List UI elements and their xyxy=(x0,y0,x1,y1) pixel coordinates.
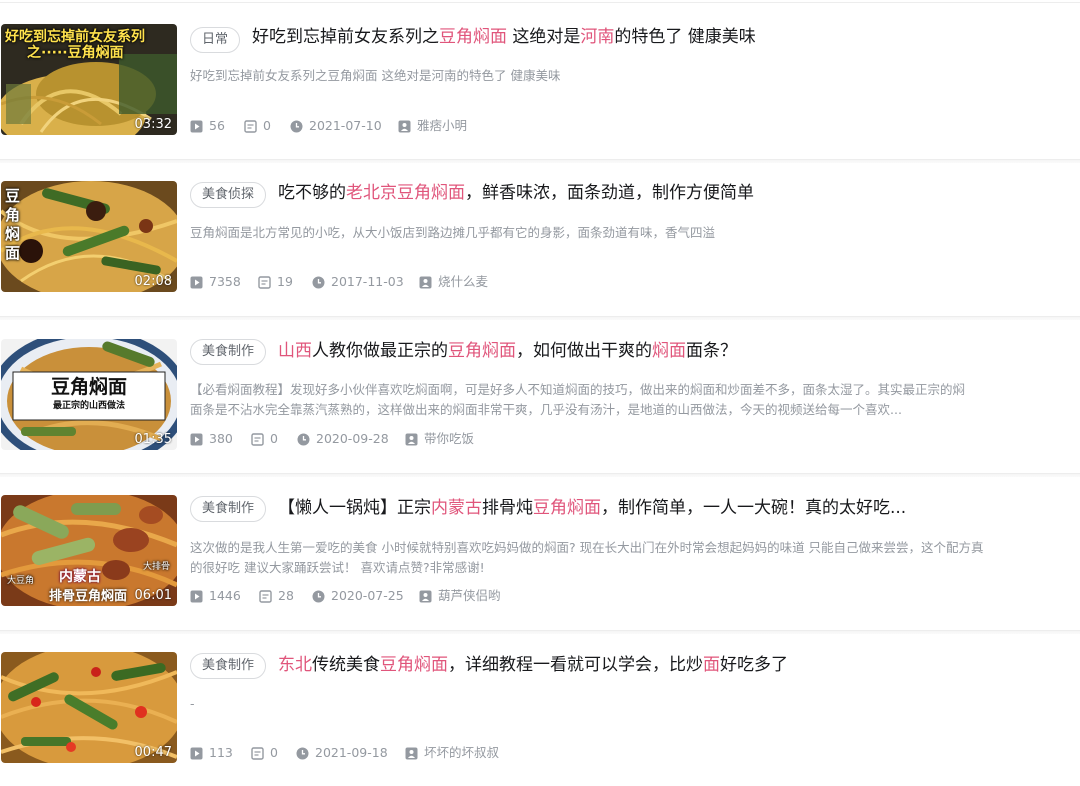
video-description: 【必看焖面教程】发现好多小伙伴喜欢吃焖面啊，可是好多人不知道焖面的技巧，做出来的… xyxy=(190,382,966,417)
video-result-item[interactable]: 豆 角 焖 面 02:08 美食侦探 吃不够的老北京豆角焖面，鲜香味浓，面条劲道… xyxy=(0,159,1080,320)
video-description: 这次做的是我人生第一爱吃的美食 小时候就特别喜欢吃妈妈做的焖面? 现在长大出门在… xyxy=(190,540,984,575)
play-count-icon xyxy=(190,747,203,760)
thumbnail-caption-sub: 排骨豆角焖面 xyxy=(49,589,128,604)
play-count-icon xyxy=(190,276,203,289)
video-duration: 06:01 xyxy=(134,588,172,603)
clock-icon xyxy=(296,747,309,760)
video-description: - xyxy=(190,696,195,711)
video-duration: 03:32 xyxy=(134,117,172,132)
video-description: 豆角焖面是北方常见的小吃，从大小饭店到路边摊几乎都有它的身影，面条劲道有味，香气… xyxy=(190,225,716,240)
uploader-icon xyxy=(405,433,418,446)
danmaku-icon xyxy=(251,747,264,760)
category-tag: 美食侦探 xyxy=(190,182,267,208)
thumbnail-caption-main: 内蒙古 xyxy=(59,569,101,585)
video-title[interactable]: 山西人教你做最正宗的豆角焖面，如何做出干爽的焖面面条？ xyxy=(278,338,737,364)
play-count-icon xyxy=(190,433,203,446)
video-thumbnail[interactable]: 00:47 xyxy=(1,652,177,763)
play-count-icon xyxy=(190,590,203,603)
video-title[interactable]: 好吃到忘掉前女友系列之豆角焖面 这绝对是河南的特色了 健康美味 xyxy=(252,24,756,50)
danmaku-icon xyxy=(244,120,257,133)
clock-icon xyxy=(290,120,303,133)
thumbnail-label: 大豆角 xyxy=(7,576,35,586)
clock-icon xyxy=(312,590,325,603)
category-tag: 日常 xyxy=(190,27,241,53)
search-result-list: 好吃到忘掉前女友系列 之·····豆角焖面 03:32 日常 好吃到忘掉前女友系… xyxy=(0,0,1080,786)
video-thumbnail[interactable]: 内蒙古 排骨豆角焖面 大豆角 大排骨 06:01 xyxy=(1,495,177,606)
category-tag: 美食制作 xyxy=(190,339,267,365)
video-duration: 02:08 xyxy=(134,274,172,289)
danmaku-icon xyxy=(258,276,271,289)
video-duration: 00:47 xyxy=(134,745,172,760)
thumbnail-caption: 好吃到忘掉前女友系列 之·····豆角焖面 xyxy=(5,29,145,61)
uploader-icon xyxy=(419,590,432,603)
uploader-icon xyxy=(419,276,432,289)
clock-icon xyxy=(312,276,325,289)
video-duration: 01:35 xyxy=(134,432,172,447)
thumbnail-label: 大排骨 xyxy=(143,562,171,572)
category-tag: 美食制作 xyxy=(190,653,267,679)
video-result-item[interactable]: 好吃到忘掉前女友系列 之·····豆角焖面 03:32 日常 好吃到忘掉前女友系… xyxy=(0,2,1080,163)
video-title[interactable]: 东北传统美食豆角焖面，详细教程一看就可以学会，比炒面好吃多了 xyxy=(278,652,788,678)
thumbnail-caption: 豆角焖面 最正宗的山西做法 xyxy=(50,376,127,411)
video-result-item[interactable]: 00:47 美食制作 东北传统美食豆角焖面，详细教程一看就可以学会，比炒面好吃多… xyxy=(0,630,1080,786)
thumbnail-caption: 豆 角 焖 面 xyxy=(5,187,21,262)
video-thumbnail[interactable]: 豆 角 焖 面 02:08 xyxy=(1,181,177,292)
video-result-item[interactable]: 内蒙古 排骨豆角焖面 大豆角 大排骨 06:01 美食制作 【懒人一锅炖】正宗内… xyxy=(0,473,1080,634)
video-thumbnail[interactable]: 好吃到忘掉前女友系列 之·····豆角焖面 03:32 xyxy=(1,24,177,135)
danmaku-icon xyxy=(259,590,272,603)
video-result-item[interactable]: 豆角焖面 最正宗的山西做法 01:35 美食制作 山西人教你做最正宗的豆角焖面，… xyxy=(0,316,1080,477)
video-thumbnail[interactable]: 豆角焖面 最正宗的山西做法 01:35 xyxy=(1,339,177,450)
danmaku-icon xyxy=(251,433,264,446)
uploader-icon xyxy=(405,747,418,760)
video-description: 好吃到忘掉前女友系列之豆角焖面 这绝对是河南的特色了 健康美味 xyxy=(190,68,561,83)
play-count-icon xyxy=(190,120,203,133)
video-title[interactable]: 【懒人一锅炖】正宗内蒙古排骨炖豆角焖面，制作简单，一人一大碗！真的太好吃... xyxy=(278,495,906,521)
video-title[interactable]: 吃不够的老北京豆角焖面，鲜香味浓，面条劲道，制作方便简单 xyxy=(278,180,754,206)
clock-icon xyxy=(297,433,310,446)
uploader-icon xyxy=(398,120,411,133)
category-tag: 美食制作 xyxy=(190,496,267,522)
